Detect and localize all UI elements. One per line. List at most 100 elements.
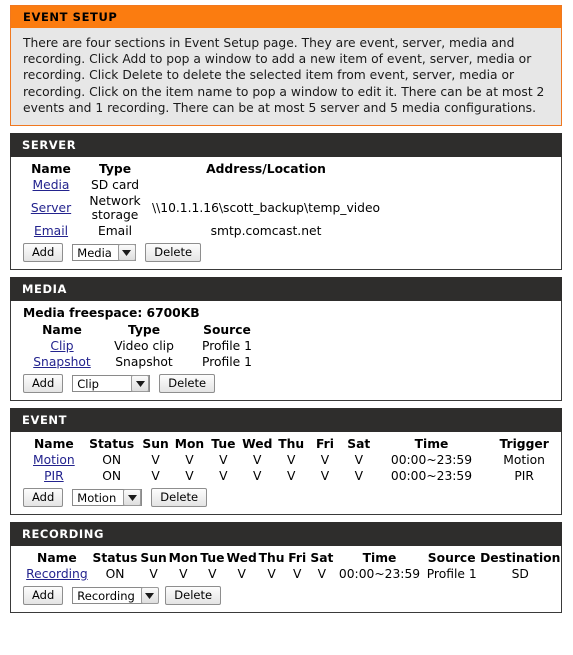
media-section-title: MEDIA (10, 277, 562, 302)
media-item-type-snapshot: Snapshot (115, 355, 173, 370)
server-item-link-server[interactable]: Server (31, 201, 71, 215)
recording-item-status: ON (105, 567, 125, 582)
media-header-name: Name (42, 323, 82, 338)
recording-header-destination: Destination (480, 551, 561, 566)
server-select[interactable]: Media (72, 244, 137, 262)
server-controls: Add Media Delete (11, 239, 561, 263)
recording-select-value: Recording (77, 588, 135, 603)
event-table-header-row: Name Status Sun Mon Tue Wed Thu Fri Sat … (23, 436, 561, 452)
chevron-down-icon[interactable] (140, 587, 159, 605)
table-row: Media SD card (23, 177, 381, 193)
event-setup-intro-panel: EVENT SETUP There are four sections in E… (10, 5, 562, 127)
table-row: Server Network storage \\10.1.1.16\scott… (23, 193, 381, 223)
event-select-value: Motion (77, 490, 117, 505)
event-item-sat-motion: V (354, 453, 363, 468)
event-item-tue-pir: V (219, 469, 228, 484)
media-add-button[interactable]: Add (23, 374, 64, 394)
event-item-status-pir: ON (102, 469, 122, 484)
media-item-source-snapshot: Profile 1 (202, 355, 252, 370)
recording-item-mon: V (179, 567, 188, 582)
event-item-link-pir[interactable]: PIR (44, 469, 64, 483)
event-item-sun-pir: V (151, 469, 160, 484)
recording-header-time: Time (362, 551, 397, 566)
recording-header-sun: Sun (140, 551, 167, 566)
server-header-name: Name (31, 162, 71, 177)
media-select[interactable]: Clip (72, 375, 151, 393)
table-row: PIR ON V V V V V V V 00:00~23:59 PIR (23, 468, 561, 484)
table-row: Recording ON V V V V V V V 00:00~23:59 P… (23, 566, 561, 582)
recording-section: RECORDING Name Status Sun Mon Tue Wed Th… (10, 522, 562, 614)
server-item-type-email: Email (97, 224, 133, 239)
server-header-type: Type (98, 162, 132, 177)
chevron-down-icon[interactable] (117, 244, 136, 262)
recording-header-mon: Mon (168, 551, 199, 566)
event-add-button[interactable]: Add (23, 488, 64, 508)
recording-item-tue: V (208, 567, 217, 582)
media-item-source-clip: Profile 1 (202, 339, 252, 354)
table-row: Clip Video clip Profile 1 (23, 338, 267, 354)
recording-header-name: Name (37, 551, 77, 566)
event-item-thu-pir: V (286, 469, 296, 484)
media-section-body: Media freespace: 6700KB Name Type Source… (10, 301, 562, 402)
recording-table: Name Status Sun Mon Tue Wed Thu Fri Sat … (23, 550, 561, 582)
server-add-button[interactable]: Add (23, 243, 64, 263)
page-title: EVENT SETUP (11, 6, 561, 28)
event-item-time-pir: 00:00~23:59 (390, 469, 473, 484)
recording-select[interactable]: Recording (72, 587, 159, 605)
recording-item-time: 00:00~23:59 (338, 567, 421, 582)
recording-table-header-row: Name Status Sun Mon Tue Wed Thu Fri Sat … (23, 550, 561, 566)
event-delete-button[interactable]: Delete (151, 488, 208, 508)
event-item-sun-motion: V (151, 453, 160, 468)
server-item-link-email[interactable]: Email (34, 224, 68, 238)
recording-item-thu: V (267, 567, 276, 582)
media-controls: Add Clip Delete (11, 370, 561, 394)
event-item-fri-pir: V (320, 469, 330, 484)
server-item-type-media: SD card (90, 178, 140, 193)
recording-section-title: RECORDING (10, 522, 562, 547)
event-item-wed-motion: V (253, 453, 262, 468)
event-header-status: Status (89, 437, 135, 452)
recording-header-source: Source (427, 551, 476, 566)
intro-description: There are four sections in Event Setup p… (11, 28, 561, 126)
media-delete-button[interactable]: Delete (159, 374, 216, 394)
recording-item-link-recording[interactable]: Recording (26, 567, 88, 581)
event-setup-page: EVENT SETUP There are four sections in E… (0, 0, 573, 655)
event-item-link-motion[interactable]: Motion (33, 453, 75, 467)
table-row: Snapshot Snapshot Profile 1 (23, 354, 267, 370)
table-row: Email Email smtp.comcast.net (23, 223, 381, 239)
recording-section-body: Name Status Sun Mon Tue Wed Thu Fri Sat … (10, 546, 562, 614)
server-item-type-server: Network storage (89, 194, 141, 223)
event-item-mon-motion: V (185, 453, 194, 468)
event-header-tue: Tue (211, 437, 236, 452)
media-freespace-label: Media freespace: 6700KB (23, 306, 200, 321)
server-delete-button[interactable]: Delete (145, 243, 202, 263)
server-item-link-media[interactable]: Media (33, 178, 70, 192)
event-section-body: Name Status Sun Mon Tue Wed Thu Fri Sat … (10, 432, 562, 516)
chevron-down-icon[interactable] (131, 375, 150, 393)
media-item-link-snapshot[interactable]: Snapshot (33, 355, 91, 369)
event-table: Name Status Sun Mon Tue Wed Thu Fri Sat … (23, 436, 561, 484)
recording-header-wed: Wed (226, 551, 257, 566)
recording-controls: Add Recording Delete (11, 582, 561, 606)
recording-header-tue: Tue (200, 551, 225, 566)
table-row: Motion ON V V V V V V V 00:00~23:59 Moti… (23, 452, 561, 468)
server-section-title: SERVER (10, 133, 562, 158)
media-item-link-clip[interactable]: Clip (50, 339, 73, 353)
server-table-header-row: Name Type Address/Location (23, 161, 381, 177)
recording-item-sun: V (149, 567, 158, 582)
event-item-tue-motion: V (219, 453, 228, 468)
server-select-value: Media (77, 245, 112, 260)
recording-add-button[interactable]: Add (23, 586, 64, 606)
server-table: Name Type Address/Location Media SD card… (23, 161, 381, 239)
event-select[interactable]: Motion (72, 489, 143, 507)
recording-delete-button[interactable]: Delete (165, 586, 222, 606)
media-table-header-row: Name Type Source (23, 322, 267, 338)
media-table: Name Type Source Clip Video clip Profile… (23, 322, 267, 370)
media-section: MEDIA Media freespace: 6700KB Name Type … (10, 277, 562, 402)
recording-item-destination: SD (511, 567, 529, 582)
server-item-address-email: smtp.comcast.net (210, 224, 322, 239)
event-controls: Add Motion Delete (11, 484, 561, 508)
event-item-fri-motion: V (320, 453, 330, 468)
recording-header-fri: Fri (288, 551, 307, 566)
chevron-down-icon[interactable] (123, 489, 142, 507)
